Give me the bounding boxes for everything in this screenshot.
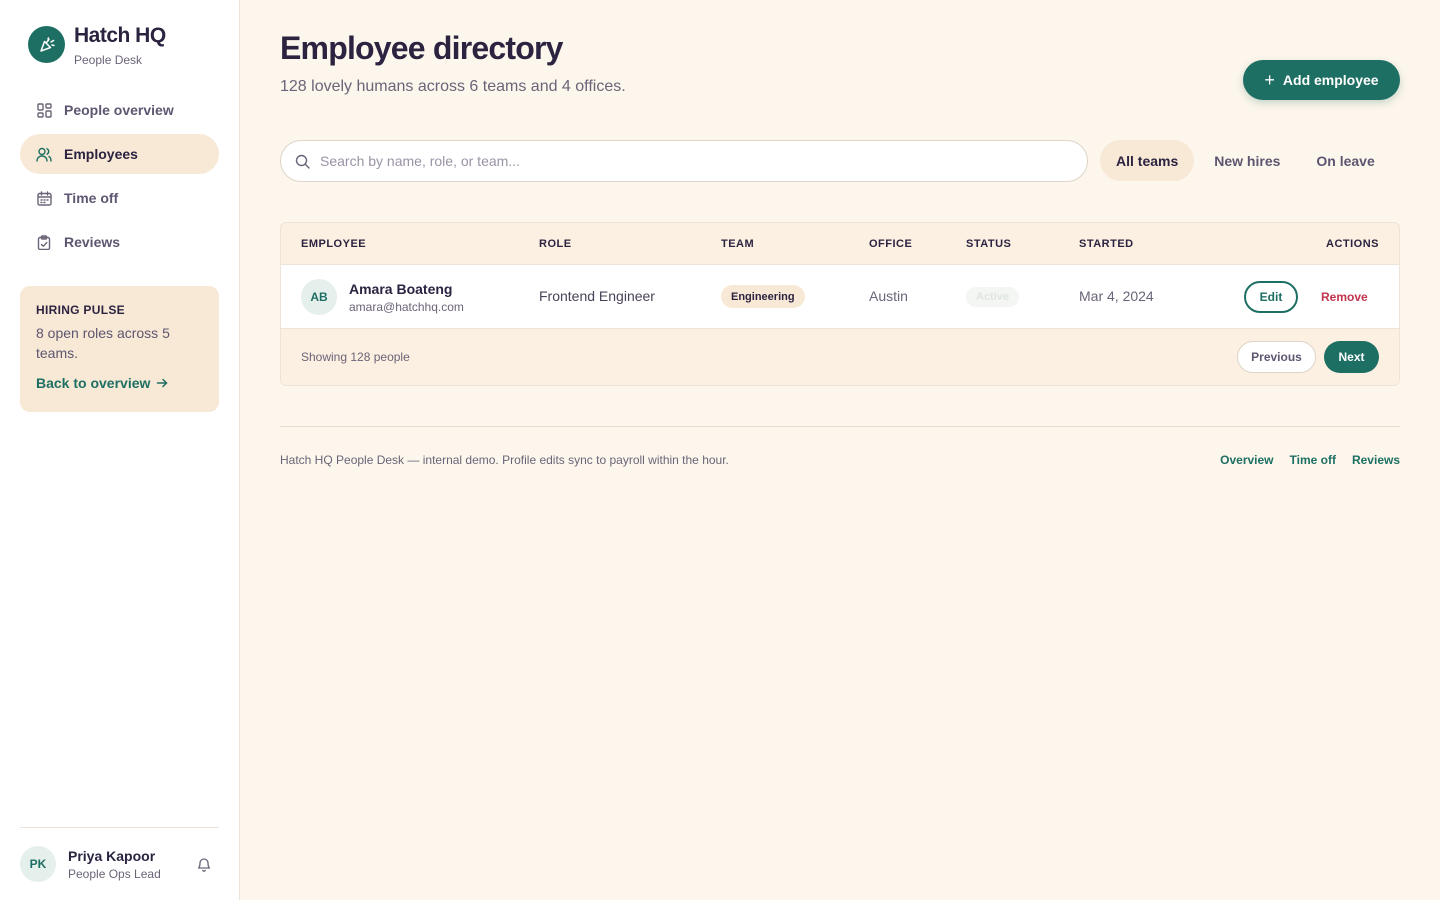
sidebar-item-label: People overview <box>64 102 174 118</box>
hiring-pulse-title: HIRING PULSE <box>36 303 125 317</box>
add-employee-label: Add employee <box>1282 72 1379 88</box>
footer-links: Overview Time off Reviews <box>1204 453 1400 467</box>
table-pagination: Showing 128 people Previous Next <box>281 329 1399 385</box>
add-employee-button[interactable]: + Add employee <box>1243 60 1400 100</box>
bell-icon[interactable] <box>194 854 214 874</box>
search-icon <box>295 154 310 169</box>
back-to-overview-label: Back to overview <box>36 375 151 391</box>
employee-office: Austin <box>869 288 908 304</box>
page-subtitle: 128 lovely humans across 6 teams and 4 o… <box>280 78 626 95</box>
remove-button[interactable]: Remove <box>1311 281 1378 313</box>
brand[interactable]: Hatch HQ People Desk <box>28 25 166 67</box>
status-badge: Active <box>966 287 1020 307</box>
employee-start-date: Mar 4, 2024 <box>1079 288 1154 304</box>
sidebar-item-label: Time off <box>64 190 119 206</box>
employee-name[interactable]: Amara Boateng <box>349 281 452 297</box>
current-user: PK Priya Kapoor People Ops Lead <box>20 827 219 900</box>
user-role: People Ops Lead <box>68 866 161 881</box>
clipboard-check-icon <box>36 234 52 250</box>
team-filters: All teams New hires On leave <box>1100 140 1395 181</box>
party-popper-icon <box>28 26 65 63</box>
edit-button[interactable]: Edit <box>1244 281 1298 313</box>
previous-page-button[interactable]: Previous <box>1237 341 1316 373</box>
sidebar-item-employees[interactable]: Employees <box>20 134 219 174</box>
user-name: Priya Kapoor <box>68 847 156 864</box>
hiring-pulse-card: HIRING PULSE 8 open roles across 5 teams… <box>20 286 219 412</box>
sidebar-item-label: Employees <box>64 146 138 162</box>
brand-subtitle: People Desk <box>74 53 143 67</box>
arrow-right-icon <box>157 378 168 388</box>
back-to-overview-link[interactable]: Back to overview <box>36 375 203 391</box>
next-page-button[interactable]: Next <box>1324 341 1379 373</box>
footer-link-reviews[interactable]: Reviews <box>1352 453 1400 467</box>
column-header-employee[interactable]: EMPLOYEE <box>301 238 366 250</box>
footer-link-overview[interactable]: Overview <box>1220 453 1273 467</box>
showing-count: Showing 128 people <box>301 350 410 364</box>
table-header: EMPLOYEE ROLE TEAM OFFICE STATUS STARTED… <box>281 223 1399 265</box>
column-header-actions: ACTIONS <box>1326 238 1379 250</box>
plus-icon: + <box>1264 70 1275 90</box>
footer-text: Hatch HQ People Desk — internal demo. Pr… <box>280 453 729 467</box>
employee-email: amara@hatchhq.com <box>349 300 464 314</box>
calendar-icon <box>36 190 52 206</box>
employee-table: EMPLOYEE ROLE TEAM OFFICE STATUS STARTED… <box>280 222 1400 386</box>
sidebar-item-people-overview[interactable]: People overview <box>20 90 219 130</box>
filter-on-leave[interactable]: On leave <box>1300 140 1390 181</box>
search-bar <box>280 140 1088 182</box>
page-title: Employee directory <box>280 30 563 66</box>
search-input[interactable] <box>320 153 1020 169</box>
page-footer: Hatch HQ People Desk — internal demo. Pr… <box>280 426 1400 486</box>
sidebar-item-label: Reviews <box>64 234 121 250</box>
team-badge: Engineering <box>721 285 805 308</box>
column-header-office[interactable]: OFFICE <box>869 238 912 250</box>
column-header-role[interactable]: ROLE <box>539 238 572 250</box>
column-header-status[interactable]: STATUS <box>966 238 1011 250</box>
footer-link-time-off[interactable]: Time off <box>1290 453 1336 467</box>
sidebar: Hatch HQ People Desk People overview Emp… <box>0 0 240 900</box>
sidebar-nav: People overview Employees Time off Revie… <box>20 90 219 266</box>
employee-role: Frontend Engineer <box>539 288 655 304</box>
users-icon <box>36 146 52 162</box>
table-row[interactable]: AB Amara Boateng amara@hatchhq.com Front… <box>281 265 1399 329</box>
grid-icon <box>36 102 52 118</box>
avatar: AB <box>301 279 337 315</box>
column-header-team[interactable]: TEAM <box>721 238 754 250</box>
sidebar-item-reviews[interactable]: Reviews <box>20 222 219 262</box>
filter-all-teams[interactable]: All teams <box>1100 140 1195 181</box>
filter-new-hires[interactable]: New hires <box>1198 140 1296 181</box>
hiring-pulse-body: 8 open roles across 5 teams. <box>36 325 170 361</box>
sidebar-item-time-off[interactable]: Time off <box>20 178 219 218</box>
avatar[interactable]: PK <box>20 846 56 882</box>
brand-name: Hatch HQ <box>74 24 166 47</box>
column-header-started[interactable]: STARTED <box>1079 238 1134 250</box>
